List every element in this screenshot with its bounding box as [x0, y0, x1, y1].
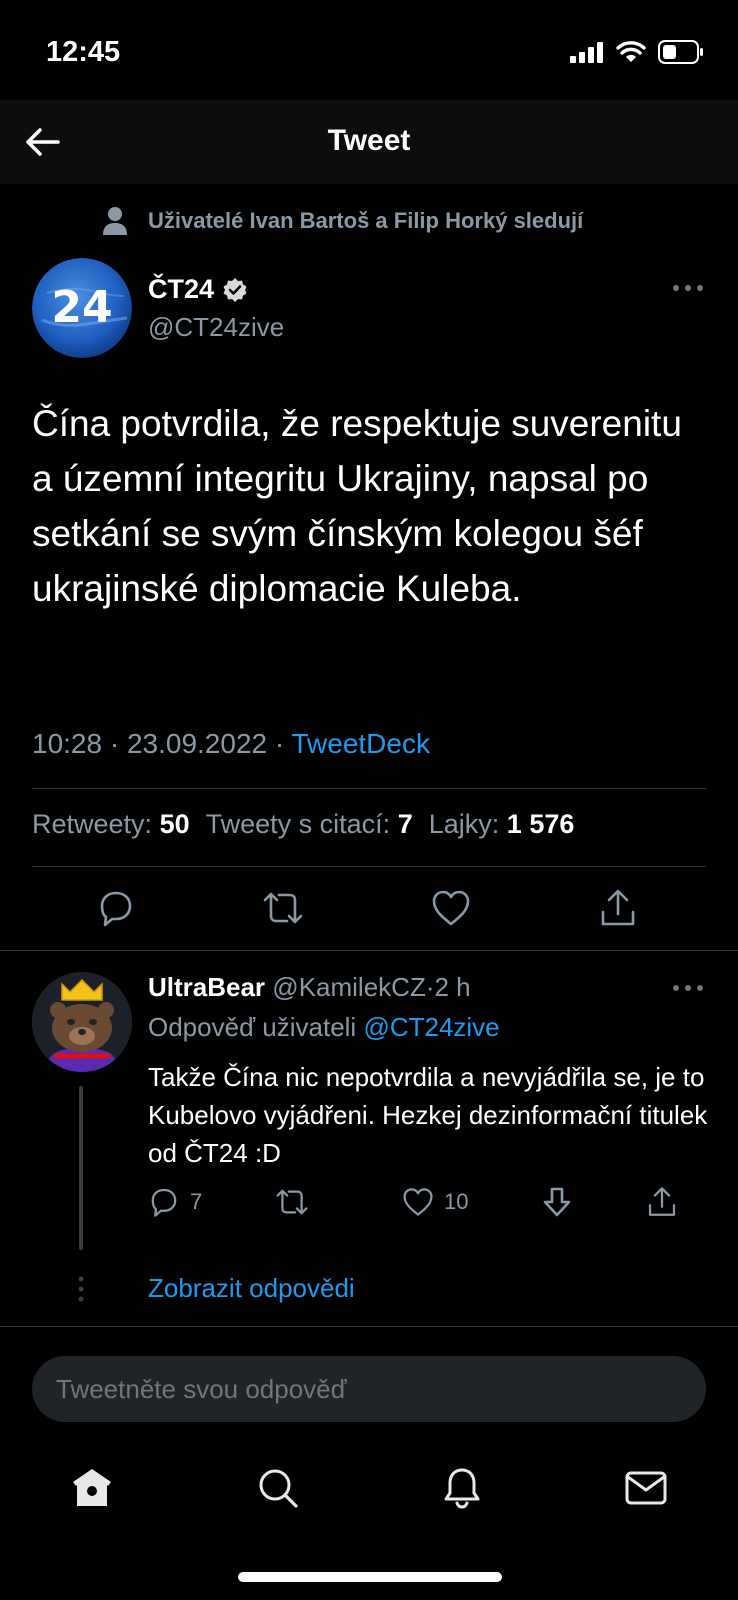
- avatar-text: 24: [51, 282, 112, 333]
- quotes-count: 7: [397, 809, 413, 839]
- like-button[interactable]: [427, 884, 475, 932]
- more-icon[interactable]: [672, 982, 704, 994]
- tab-search[interactable]: [252, 1462, 304, 1514]
- author-avatar[interactable]: 24: [32, 258, 132, 358]
- reply-to-line: Odpověď uživateli @CT24zive: [148, 1012, 500, 1043]
- reply-avatar[interactable]: [32, 972, 132, 1072]
- share-icon: [601, 889, 635, 926]
- author-name: ČT24: [148, 274, 215, 304]
- tweet-actions: [0, 884, 738, 944]
- divider: [0, 1326, 738, 1327]
- social-context: Uživatelé Ivan Bartoš a Filip Horký sled…: [102, 206, 583, 236]
- notifications-icon: [444, 1468, 480, 1509]
- status-icons: [570, 40, 704, 64]
- home-icon: [73, 1469, 111, 1506]
- bear-avatar-image: [32, 972, 132, 1072]
- search-icon: [259, 1469, 298, 1508]
- likes-label: Lajky:: [428, 809, 500, 839]
- page-title: Tweet: [327, 124, 411, 157]
- downvote-icon: [543, 1187, 571, 1217]
- show-replies-link[interactable]: Zobrazit odpovědi: [148, 1273, 355, 1304]
- reply-age: 2 h: [434, 972, 471, 1002]
- status-bar: 12:45: [0, 0, 738, 100]
- retweet-icon: [263, 892, 303, 924]
- like-icon: [432, 890, 470, 926]
- reply-author-name: UltraBear: [148, 972, 266, 1002]
- thread-line: [79, 1086, 83, 1250]
- reply-text: Takže Čína nic nepotvrdila a nevyjádřila…: [148, 1062, 708, 1168]
- reply-header[interactable]: UltraBear @KamilekCZ·2 h: [148, 972, 471, 1003]
- author-handle[interactable]: @CT24zive: [148, 312, 284, 343]
- tweet-timestamp: 10:28 · 23.09.2022 · TweetDeck: [32, 728, 430, 760]
- reply-replies-count: 7: [190, 1189, 203, 1214]
- reply-likes-count: 10: [444, 1189, 469, 1214]
- ct24-logo: 24: [32, 258, 132, 358]
- reply-reply-button[interactable]: 7: [148, 1184, 202, 1220]
- tweet-text: Čína potvrdila, že respektuje suverenitu…: [32, 403, 682, 609]
- retweet-button[interactable]: [259, 884, 307, 932]
- home-indicator: [238, 1572, 502, 1582]
- nav-bar: Tweet: [0, 100, 738, 184]
- reply-input[interactable]: Tweetněte svou odpověď: [32, 1356, 706, 1422]
- quotes-stat[interactable]: Tweety s citací: 7: [206, 809, 413, 840]
- verified-icon: [223, 277, 247, 302]
- retweets-stat[interactable]: Retweety: 50: [32, 809, 190, 840]
- reply-downvote-button[interactable]: [542, 1184, 572, 1220]
- battery-icon: [658, 40, 703, 64]
- person-icon: [103, 207, 127, 235]
- like-icon: [403, 1188, 433, 1216]
- reply-separator: ·: [425, 972, 435, 1002]
- likes-count: 1 576: [506, 809, 575, 839]
- cellular-signal-icon: [570, 42, 603, 63]
- reply-actions: 7 10: [148, 1184, 708, 1224]
- divider: [32, 866, 706, 867]
- reply-like-button[interactable]: 10: [402, 1184, 468, 1220]
- tweet-source-link[interactable]: TweetDeck: [291, 728, 430, 759]
- share-button[interactable]: [594, 884, 642, 932]
- retweets-count: 50: [159, 809, 190, 839]
- author-name-row[interactable]: ČT24: [148, 274, 248, 305]
- status-time: 12:45: [46, 36, 121, 68]
- more-icon[interactable]: [672, 282, 704, 294]
- reply-to-mention[interactable]: @CT24zive: [363, 1012, 499, 1042]
- tab-home[interactable]: [66, 1462, 118, 1514]
- retweets-label: Retweety:: [32, 809, 153, 839]
- reply-author-handle: @KamilekCZ: [272, 972, 426, 1002]
- tab-messages[interactable]: [620, 1462, 672, 1514]
- share-icon: [648, 1187, 676, 1216]
- retweet-icon: [276, 1189, 308, 1215]
- quotes-label: Tweety s citací:: [205, 809, 391, 839]
- divider: [0, 950, 738, 951]
- reply-icon: [151, 1188, 177, 1217]
- reply-to-label: Odpověď uživateli: [148, 1012, 357, 1042]
- thread-more-dots-icon: [78, 1276, 84, 1302]
- likes-stat[interactable]: Lajky: 1 576: [429, 809, 575, 840]
- divider: [32, 788, 706, 789]
- tweet-stats: Retweety: 50 Tweety s citací: 7 Lajky: 1…: [32, 809, 574, 840]
- reply-button[interactable]: [92, 884, 140, 932]
- wifi-icon: [616, 41, 646, 62]
- tab-bar: [0, 1452, 738, 1532]
- reply-share-button[interactable]: [646, 1184, 678, 1220]
- tweet-time: 10:28 · 23.09.2022 ·: [32, 728, 292, 759]
- social-context-text: Uživatelé Ivan Bartoš a Filip Horký sled…: [148, 208, 584, 233]
- tab-notifications[interactable]: [436, 1462, 488, 1514]
- messages-icon: [625, 1471, 667, 1505]
- reply-retweet-button[interactable]: [274, 1184, 310, 1220]
- reply-icon: [100, 891, 132, 927]
